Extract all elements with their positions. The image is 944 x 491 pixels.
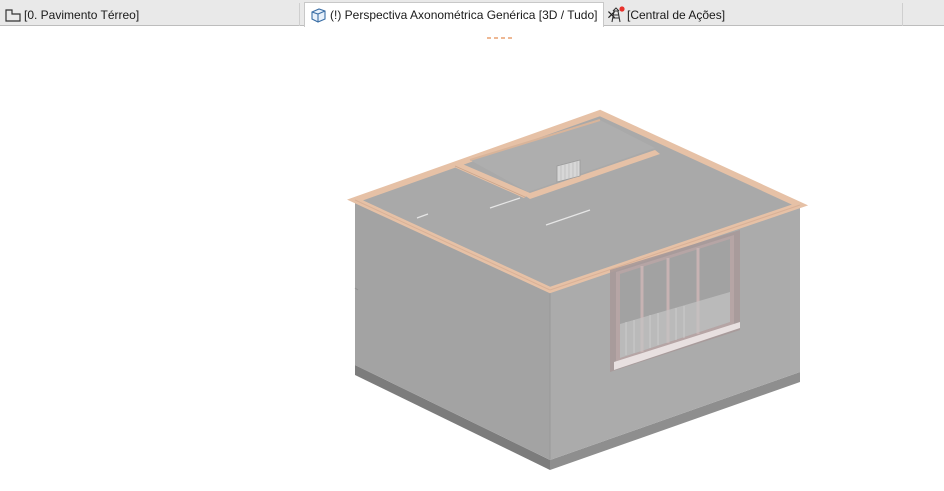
notification-dot xyxy=(619,5,625,12)
axonometric-model xyxy=(347,109,809,470)
3d-cube-icon xyxy=(308,6,328,24)
3d-viewport[interactable] xyxy=(0,27,944,486)
tab-action-center-label: [Central de Ações] xyxy=(627,7,726,22)
action-center-icon xyxy=(607,5,625,24)
tab-floor-plan[interactable]: [0. Pavimento Térreo] xyxy=(4,3,300,26)
floor-plan-icon xyxy=(4,7,22,23)
tab-3d-view-label: (!) Perspectiva Axonométrica Genérica [3… xyxy=(330,8,598,22)
tab-bar: [0. Pavimento Térreo] (!) Perspectiva Ax… xyxy=(0,0,944,27)
tab-floor-plan-label: [0. Pavimento Térreo] xyxy=(24,7,140,22)
tab-action-center[interactable]: [Central de Ações] xyxy=(607,3,903,26)
tab-3d-view[interactable]: (!) Perspectiva Axonométrica Genérica [3… xyxy=(304,2,617,27)
